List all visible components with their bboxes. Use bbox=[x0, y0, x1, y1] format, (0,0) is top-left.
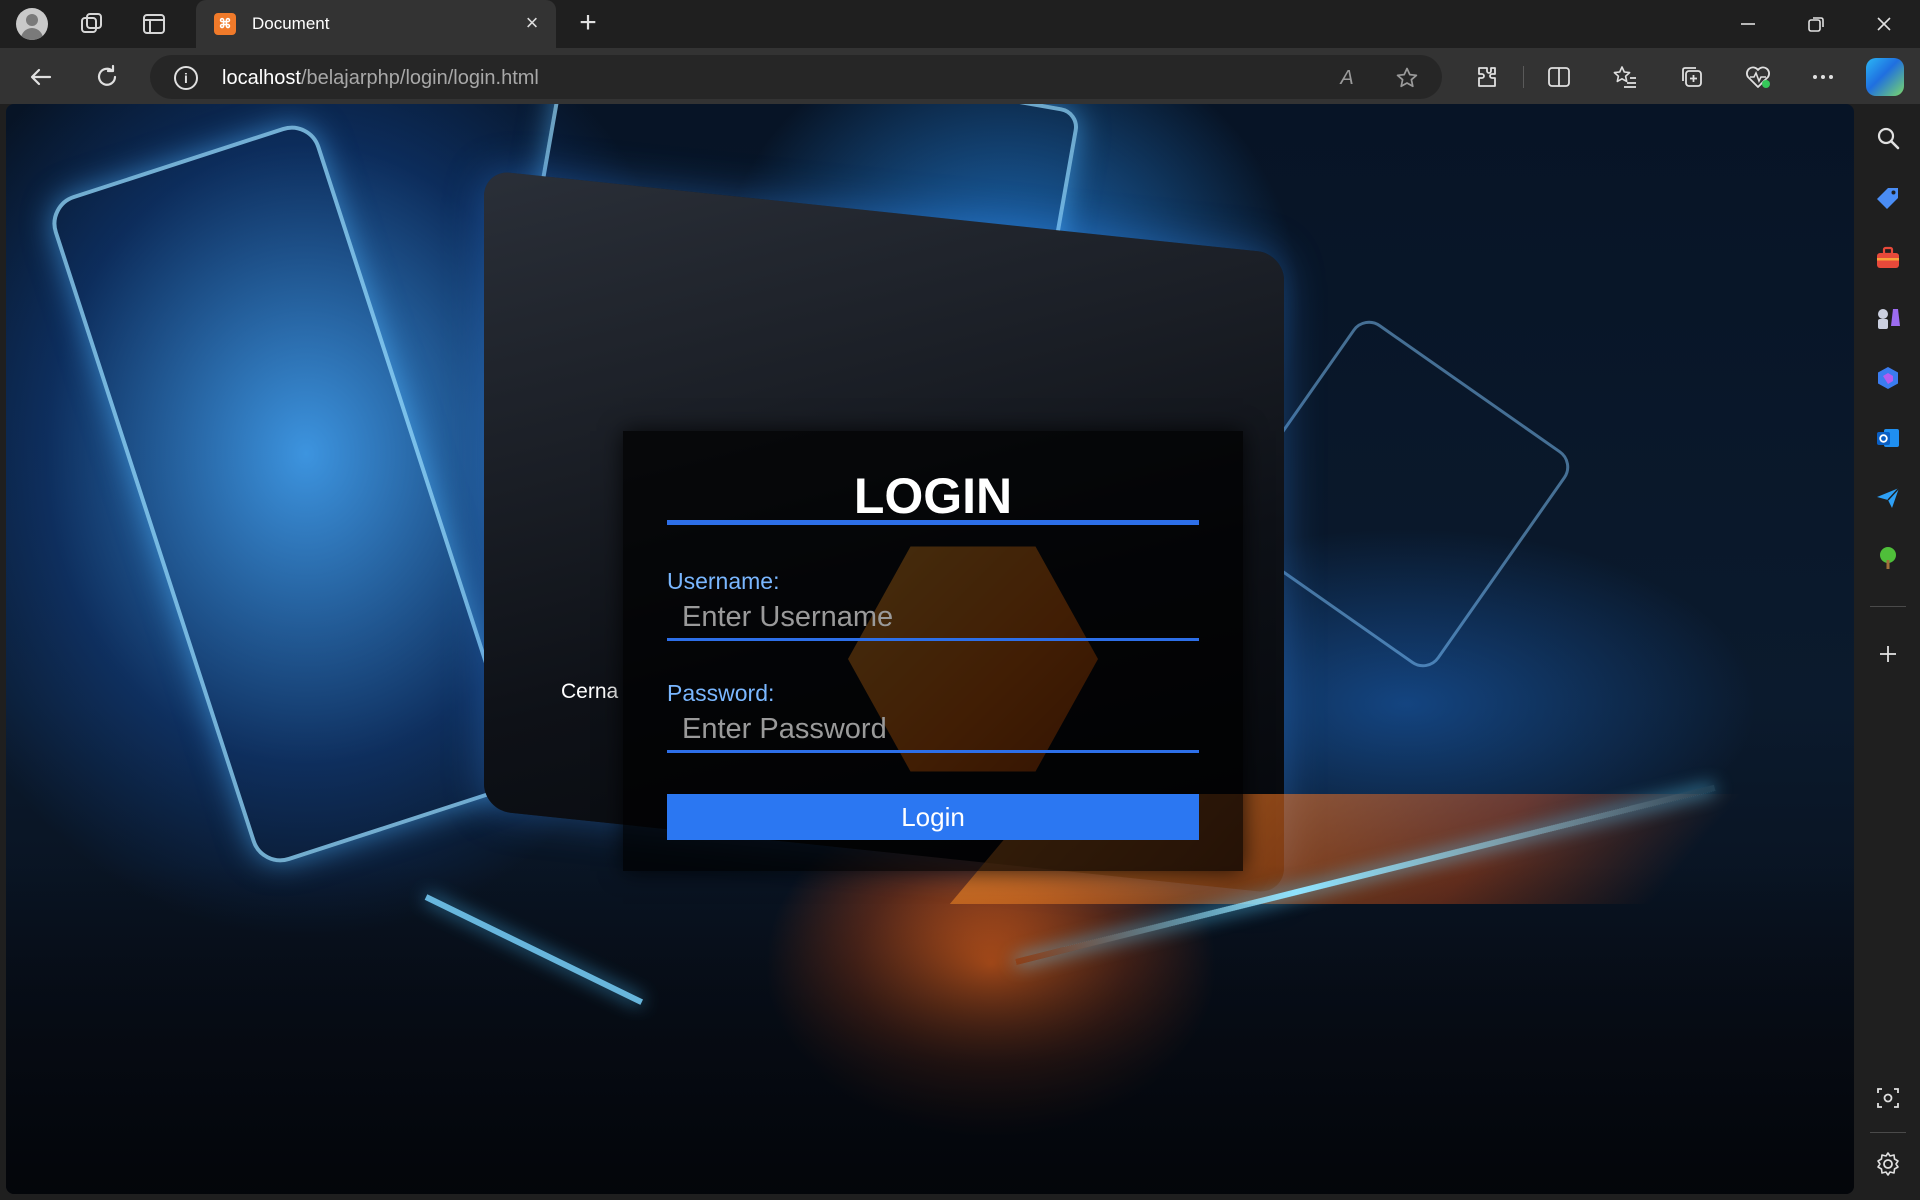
toolbar-divider bbox=[1523, 66, 1524, 88]
username-input[interactable] bbox=[667, 597, 1199, 641]
xampp-favicon-icon: ⌘ bbox=[214, 13, 236, 35]
close-tab-icon[interactable]: × bbox=[520, 12, 544, 36]
sidebar-divider bbox=[1870, 606, 1906, 607]
extensions-icon[interactable] bbox=[1470, 60, 1504, 94]
browser-title-bar: ⌘ Document × + bbox=[0, 0, 1920, 48]
more-options-icon[interactable] bbox=[1806, 60, 1840, 94]
tab-document[interactable]: ⌘ Document × bbox=[196, 0, 556, 48]
restore-icon[interactable] bbox=[1784, 0, 1848, 48]
refresh-icon[interactable] bbox=[90, 60, 124, 94]
search-icon[interactable] bbox=[1872, 122, 1904, 154]
login-button[interactable]: Login bbox=[667, 794, 1199, 840]
background-floor bbox=[6, 864, 1854, 1194]
favorites-icon[interactable] bbox=[1608, 60, 1642, 94]
minimize-icon[interactable] bbox=[1716, 0, 1780, 48]
copilot-app-icon[interactable] bbox=[1872, 362, 1904, 394]
screenshot-icon[interactable] bbox=[1872, 1082, 1904, 1114]
shopping-tag-icon[interactable] bbox=[1872, 182, 1904, 214]
back-icon[interactable] bbox=[24, 60, 58, 94]
address-bar[interactable]: i localhost/belajarphp/login/login.html … bbox=[150, 55, 1442, 99]
tab-title: Document bbox=[252, 14, 330, 33]
site-info-icon[interactable]: i bbox=[174, 66, 198, 90]
tab-actions-icon[interactable] bbox=[138, 8, 170, 40]
login-title: LOGIN bbox=[853, 468, 1013, 524]
title-underline bbox=[667, 520, 1199, 525]
password-input[interactable] bbox=[667, 709, 1199, 753]
sidebar-divider bbox=[1870, 1132, 1906, 1133]
tools-icon[interactable] bbox=[1872, 242, 1904, 274]
new-tab-icon[interactable]: + bbox=[572, 8, 604, 40]
games-icon[interactable] bbox=[1872, 302, 1904, 334]
favorite-star-icon[interactable] bbox=[1394, 65, 1420, 91]
url-text[interactable]: localhost/belajarphp/login/login.html bbox=[222, 67, 539, 90]
close-window-icon[interactable] bbox=[1852, 0, 1916, 48]
page-viewport: Cerna LOGIN Username: Password: Login bbox=[6, 104, 1854, 1194]
workspaces-icon[interactable] bbox=[76, 8, 108, 40]
edge-sidebar bbox=[1856, 104, 1920, 1200]
login-form: LOGIN Username: Password: Login bbox=[623, 431, 1243, 871]
collections-icon[interactable] bbox=[1675, 60, 1709, 94]
split-screen-icon[interactable] bbox=[1542, 60, 1576, 94]
browser-toolbar: i localhost/belajarphp/login/login.html … bbox=[0, 48, 1920, 104]
background-crystal bbox=[44, 117, 528, 871]
outlook-icon[interactable] bbox=[1872, 422, 1904, 454]
overlay-text: Cerna bbox=[561, 680, 619, 703]
send-icon[interactable] bbox=[1872, 482, 1904, 514]
username-label: Username: bbox=[667, 568, 780, 594]
password-label: Password: bbox=[667, 680, 775, 706]
profile-avatar[interactable] bbox=[16, 8, 48, 40]
settings-icon[interactable] bbox=[1872, 1148, 1904, 1180]
browser-essentials-icon[interactable] bbox=[1741, 60, 1775, 94]
add-icon[interactable] bbox=[1872, 638, 1904, 670]
copilot-icon[interactable] bbox=[1866, 58, 1904, 96]
read-aloud-icon[interactable]: A bbox=[1334, 65, 1360, 91]
tree-icon[interactable] bbox=[1872, 542, 1904, 574]
